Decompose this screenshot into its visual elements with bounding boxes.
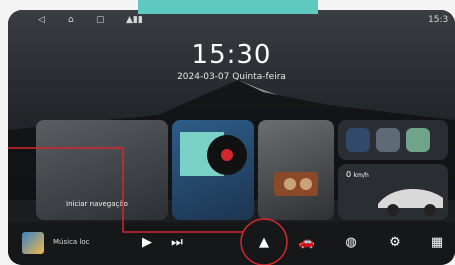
top-teal-tab [138,0,318,14]
car-screen: ◁ ⌂ ▢ ▲▮▮ 15:3 15:30 2024-03-07 Quinta-f… [8,10,455,265]
highlight-overlay [8,147,288,265]
